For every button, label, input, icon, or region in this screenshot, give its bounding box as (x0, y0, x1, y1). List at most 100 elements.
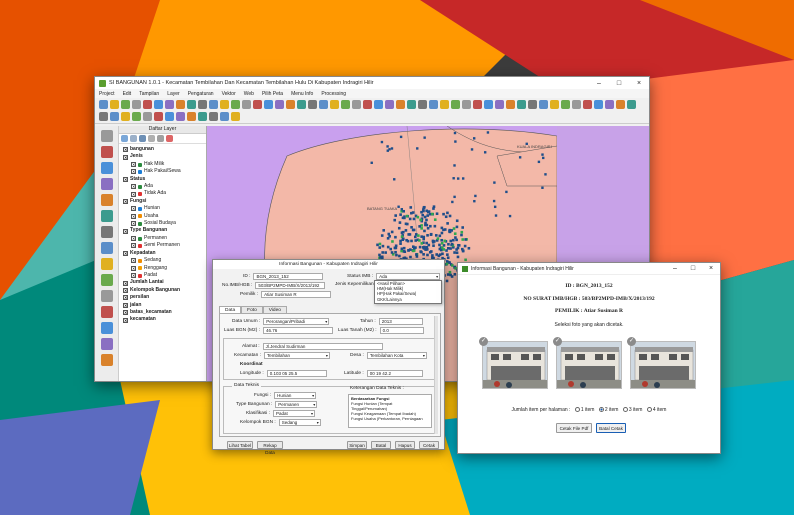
building-point-marker[interactable] (426, 234, 429, 237)
building-point-marker[interactable] (427, 210, 431, 213)
filter-icon[interactable] (139, 135, 146, 142)
building-point-marker[interactable] (492, 199, 496, 203)
toolbar-tool-icon[interactable] (220, 111, 229, 121)
cetak-button[interactable]: Cetak (419, 441, 439, 449)
building-point-marker[interactable] (381, 251, 384, 254)
building-point-marker[interactable] (407, 248, 410, 252)
toolbar-tool-icon[interactable] (627, 100, 636, 109)
no-imb-field[interactable]: 503/BP2MPD-IMB/X/2013/192 (255, 282, 326, 289)
building-point-marker[interactable] (425, 248, 428, 251)
building-point-marker[interactable] (436, 237, 440, 240)
manage-visibility-icon[interactable] (130, 135, 137, 142)
toolbar-tool-icon[interactable] (154, 100, 163, 109)
building-point-marker[interactable] (460, 233, 463, 237)
photo-2-check-icon[interactable]: ✓ (553, 337, 562, 346)
toolbar-tool-icon[interactable] (231, 111, 240, 121)
layer-checkbox[interactable]: ✕ (131, 184, 136, 190)
building-point-marker[interactable] (443, 239, 447, 243)
building-point-marker[interactable] (380, 234, 384, 237)
building-point-marker[interactable] (453, 164, 456, 167)
building-point-marker[interactable] (393, 178, 396, 181)
layer-checkbox[interactable]: ✕ (123, 147, 128, 153)
toolbar-tool-icon[interactable] (495, 100, 504, 109)
building-point-marker[interactable] (446, 253, 449, 256)
status-imb-select[interactable]: Ada (376, 273, 441, 280)
building-point-marker[interactable] (432, 244, 435, 247)
building-point-marker[interactable] (425, 241, 428, 245)
building-point-marker[interactable] (470, 148, 474, 151)
building-point-marker[interactable] (455, 238, 458, 242)
lihat-tabel-button[interactable]: Lihat Tabel (227, 441, 253, 449)
building-point-marker[interactable] (441, 252, 444, 256)
building-point-marker[interactable] (508, 214, 512, 218)
building-point-marker[interactable] (453, 195, 456, 199)
radio-1-item[interactable] (574, 407, 580, 413)
building-point-marker[interactable] (406, 239, 410, 243)
data-umum-select[interactable]: Perorangan/Pribadi (263, 318, 330, 325)
building-point-marker[interactable] (422, 235, 426, 239)
building-point-marker[interactable] (461, 226, 465, 229)
building-point-marker[interactable] (461, 238, 465, 241)
digitize-tool-icon[interactable] (100, 130, 113, 142)
kelompok-bgn-select[interactable]: Sedang (278, 419, 321, 426)
toolbar-tool-icon[interactable] (253, 100, 262, 109)
digitize-tool-icon[interactable] (100, 338, 113, 350)
layer-checkbox[interactable]: ✕ (131, 236, 136, 242)
building-point-marker[interactable] (415, 253, 418, 256)
toolbar-tool-icon[interactable] (616, 100, 625, 109)
layer-checkbox[interactable]: ✕ (123, 199, 128, 205)
simpan-button[interactable]: Simpan (347, 441, 367, 449)
building-point-marker[interactable] (445, 262, 449, 266)
toolbar-tool-icon[interactable] (187, 111, 196, 121)
layer-item[interactable]: ✕ Tidak Ada (121, 190, 204, 197)
digitize-tool-icon[interactable] (100, 178, 113, 190)
building-point-marker[interactable] (542, 156, 545, 160)
layer-item[interactable]: ✕ Hak Milik (121, 161, 204, 168)
building-point-marker[interactable] (400, 208, 403, 211)
building-point-marker[interactable] (404, 229, 408, 232)
toolbar-tool-icon[interactable] (99, 111, 108, 121)
layer-item[interactable]: ✕ Renggang (121, 265, 204, 272)
layer-checkbox[interactable]: ✕ (131, 213, 136, 219)
building-point-marker[interactable] (378, 242, 382, 246)
building-point-marker[interactable] (494, 214, 498, 217)
toolbar-tool-icon[interactable] (539, 100, 548, 109)
building-point-marker[interactable] (433, 240, 436, 243)
klasifikasi-select[interactable]: Padat (273, 410, 315, 417)
layer-checkbox[interactable]: ✕ (123, 287, 128, 293)
layer-checkbox[interactable]: ✕ (131, 273, 136, 279)
layer-group[interactable]: ✕ Jenis (121, 153, 204, 160)
building-point-marker[interactable] (431, 212, 434, 216)
toolbar-tool-icon[interactable] (396, 100, 405, 109)
batal-button[interactable]: Batal (371, 441, 391, 449)
building-point-marker[interactable] (446, 211, 449, 215)
building-point-marker[interactable] (426, 226, 430, 230)
layer-checkbox[interactable]: ✕ (123, 317, 128, 323)
toolbar-tool-icon[interactable] (209, 111, 218, 121)
layer-checkbox[interactable]: ✕ (131, 221, 136, 227)
building-point-marker[interactable] (386, 237, 390, 240)
building-point-marker[interactable] (461, 177, 465, 180)
building-point-marker[interactable] (401, 230, 405, 234)
id-field[interactable]: BGN_2013_152 (253, 273, 324, 280)
building-point-marker[interactable] (395, 253, 398, 257)
digitize-tool-icon[interactable] (100, 162, 113, 174)
building-point-marker[interactable] (453, 232, 457, 236)
building-point-marker[interactable] (444, 215, 448, 219)
digitize-tool-icon[interactable] (100, 306, 113, 318)
building-point-marker[interactable] (453, 131, 457, 135)
building-point-marker[interactable] (447, 242, 450, 246)
building-point-marker[interactable] (391, 240, 394, 243)
building-point-marker[interactable] (438, 234, 442, 238)
building-point-marker[interactable] (387, 232, 391, 236)
building-point-marker[interactable] (419, 218, 423, 222)
building-point-marker[interactable] (409, 206, 413, 209)
toolbar-tool-icon[interactable] (484, 100, 493, 109)
building-point-marker[interactable] (398, 254, 401, 258)
building-photo-3[interactable] (630, 341, 696, 389)
building-point-marker[interactable] (399, 213, 402, 216)
building-point-marker[interactable] (450, 242, 454, 246)
toolbar-tool-icon[interactable] (319, 100, 328, 109)
toolbar-tool-icon[interactable] (363, 100, 372, 109)
building-point-marker[interactable] (419, 250, 423, 253)
